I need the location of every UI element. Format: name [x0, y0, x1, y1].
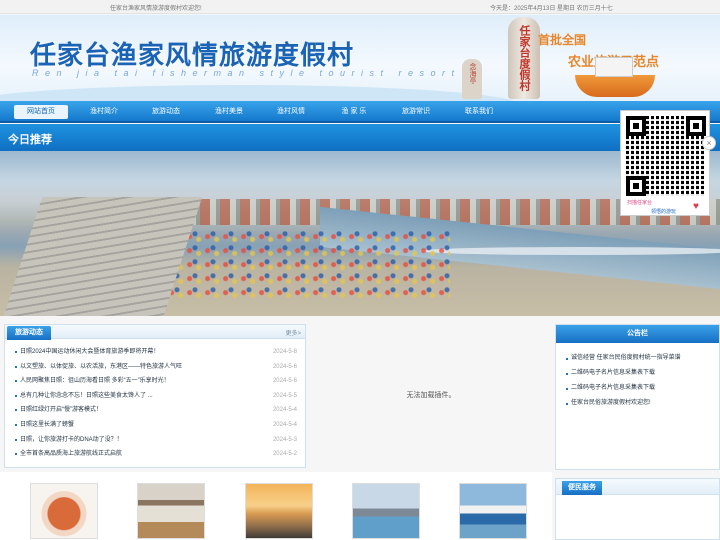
nav-contact[interactable]: 联系我们	[452, 105, 506, 119]
notice-item[interactable]: 二维码电子名片信息采集表下载	[566, 381, 713, 396]
qr-finder-icon	[626, 116, 646, 136]
news-title[interactable]: 人民网聚焦日照：徂山历海看日照 多彩“五一”乐享时光！	[20, 374, 170, 389]
news-date: 2024-5-6	[272, 363, 297, 370]
stone-text: 任家台度假村	[518, 25, 530, 91]
header-banner: 任家台渔家风情旅游度假村 Ren jia tai fisherman style…	[0, 15, 720, 101]
heart-icon: ♥	[693, 201, 699, 212]
notice-item[interactable]: 任家台民俗旅游度假村欢迎您!	[566, 396, 713, 411]
service-header: 便民服务	[556, 479, 719, 495]
thumb-seafood[interactable]	[30, 483, 98, 539]
news-tab[interactable]: 旅游动态	[7, 326, 51, 340]
news-header: 旅游动态 更多>	[5, 325, 305, 340]
news-title[interactable]: 总有几种让你念念不忘！日照这些美食太馋人了 ...	[20, 389, 153, 404]
news-item[interactable]: 人民网聚焦日照：徂山历海看日照 多彩“五一”乐享时光！ 2024-5-6	[15, 374, 297, 389]
news-panel: 旅游动态 更多> 日照2024中国运动休闲大会暨体育旅游季即将开幕！ 2024-5…	[4, 324, 306, 468]
photo-foam	[420, 247, 720, 255]
today-recommend-title: 今日推荐	[8, 134, 52, 146]
news-date: 2024-5-4	[272, 421, 297, 428]
news-item[interactable]: 日照这里长满了螃蟹 2024-5-4	[15, 418, 297, 433]
notice-list: 诚信经营 任家台民俗度假村统一指导菜谱 二维码电子名片信息采集表下载 二维码电子…	[556, 343, 719, 411]
nav-fisherman-fun[interactable]: 渔 家 乐	[327, 105, 381, 119]
news-item[interactable]: 全市首条高品质海上旅游航线正式启航 2024-5-2	[15, 447, 297, 462]
news-item[interactable]: 日照红绿灯开启“慢”游客模式！ 2024-5-4	[15, 403, 297, 418]
news-date: 2024-5-3	[272, 436, 297, 443]
small-stone-monument: 念海亭	[462, 59, 482, 99]
news-item[interactable]: 总有几种让你念念不忘！日照这些美食太馋人了 ... 2024-5-5	[15, 389, 297, 404]
site-title: 任家台渔家风情旅游度假村	[30, 41, 355, 71]
thumb-ship[interactable]	[459, 483, 527, 539]
news-title[interactable]: 日照，让你旅游打卡的DNA动了没？！	[20, 433, 123, 448]
news-date: 2024-5-6	[272, 378, 297, 385]
qr-caption-1: 扫描任家台	[627, 200, 653, 206]
service-tab[interactable]: 便民服务	[562, 481, 602, 495]
news-date: 2024-5-2	[272, 451, 297, 458]
nav-home[interactable]: 网站首页	[14, 105, 68, 119]
news-date: 2024-5-4	[272, 407, 297, 414]
boat-illustration	[575, 57, 655, 97]
news-title[interactable]: 全市首条高品质海上旅游航线正式启航	[20, 447, 122, 462]
thumb-sunset[interactable]	[245, 483, 313, 539]
news-item[interactable]: 日照2024中国运动休闲大会暨体育旅游季即将开幕！ 2024-5-8	[15, 345, 297, 360]
small-stone-text: 念海亭	[469, 63, 476, 84]
qr-finder-icon	[626, 176, 646, 196]
beach-photo	[0, 151, 720, 316]
site-subtitle: Ren jia tai fisherman style tourist reso…	[32, 68, 461, 78]
news-date: 2024-5-5	[272, 392, 297, 399]
news-more-link[interactable]: 更多>	[285, 328, 301, 337]
plugin-placeholder: 无法加载插件。	[318, 324, 544, 468]
news-title[interactable]: 日照红绿灯开启“慢”游客模式！	[20, 403, 102, 418]
news-item[interactable]: 以文塑旅、以体促旅、以农活旅，东港区——特色旅游人气旺 2024-5-6	[15, 360, 297, 375]
close-icon[interactable]: ×	[702, 136, 716, 150]
slogan-line1: 首批全国	[538, 33, 587, 47]
service-panel: 便民服务	[555, 478, 720, 540]
news-item[interactable]: 日照，让你旅游打卡的DNA动了没？！ 2024-5-3	[15, 433, 297, 448]
news-title[interactable]: 以文塑旅、以体促旅、以农活旅，东港区——特色旅游人气旺	[20, 360, 182, 375]
thumbnail-strip	[0, 472, 552, 540]
news-title[interactable]: 日照2024中国运动休闲大会暨体育旅游季即将开幕！	[20, 345, 159, 360]
thumb-room[interactable]	[137, 483, 205, 539]
nav-customs[interactable]: 渔村风情	[264, 105, 318, 119]
nav-travel-tips[interactable]: 旅游常识	[389, 105, 443, 119]
nav-scenery[interactable]: 渔村美景	[202, 105, 256, 119]
top-bar: 任家台渔家风情旅游度假村欢迎您! 今天是：2025年4月13日 星期日 农历三月…	[0, 0, 720, 14]
welcome-text: 任家台渔家风情旅游度假村欢迎您!	[110, 6, 202, 12]
news-title[interactable]: 日照这里长满了螃蟹	[20, 418, 74, 433]
news-list: 日照2024中国运动休闲大会暨体育旅游季即将开幕！ 2024-5-8 以文塑旅、以…	[5, 339, 305, 462]
notice-item[interactable]: 二维码电子名片信息采集表下载	[566, 366, 713, 381]
qr-finder-icon	[686, 116, 706, 136]
main-nav: 网站首页 渔村简介 旅游动态 渔村美景 渔村风情 渔 家 乐 旅游常识 联系我们	[0, 101, 720, 123]
notice-board: 公告栏 诚信经营 任家台民俗度假村统一指导菜谱 二维码电子名片信息采集表下载 二…	[555, 324, 720, 470]
nav-travel-news[interactable]: 旅游动态	[139, 105, 193, 119]
thumb-pier[interactable]	[352, 483, 420, 539]
today-recommend-bar: 今日推荐	[0, 124, 720, 151]
banner-wave	[0, 85, 520, 101]
date-text: 今天是：2025年4月13日 星期日 农历三月十七	[490, 6, 613, 12]
notice-title: 公告栏	[556, 325, 719, 343]
photo-crowd	[150, 231, 450, 301]
nav-village-intro[interactable]: 渔村简介	[77, 105, 131, 119]
qr-code-popup[interactable]: 扫描任家台 领悟的游玩 ♥	[620, 110, 710, 216]
notice-item[interactable]: 诚信经营 任家台民俗度假村统一指导菜谱	[566, 351, 713, 366]
qr-caption-2: 领悟的游玩	[651, 209, 677, 215]
news-date: 2024-5-8	[272, 349, 297, 355]
stone-monument: 任家台度假村	[508, 17, 540, 99]
